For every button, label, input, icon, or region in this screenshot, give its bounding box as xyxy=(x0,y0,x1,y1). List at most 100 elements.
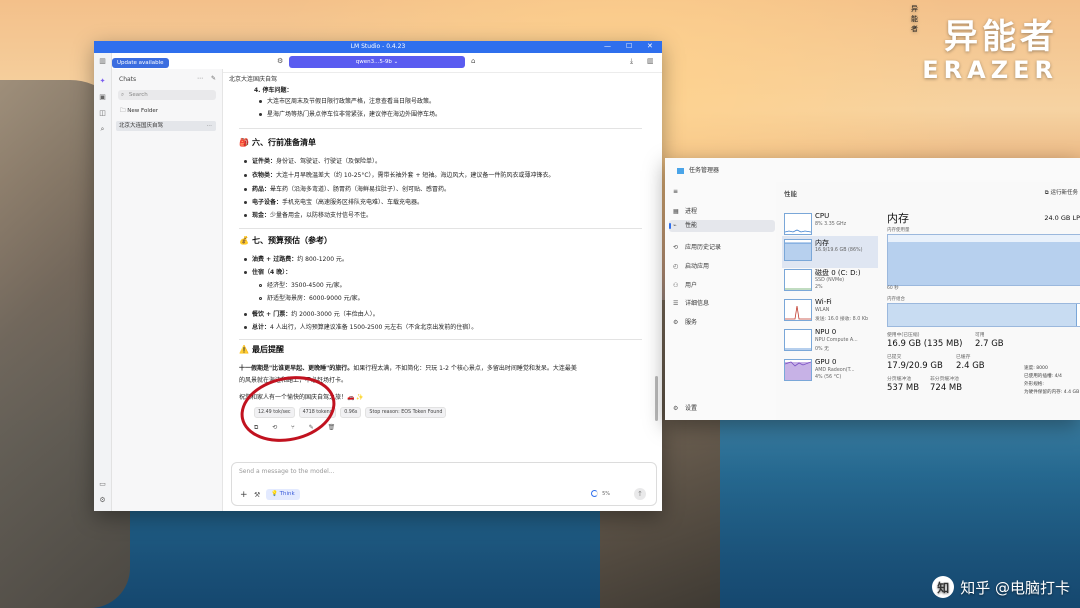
s6-key-3: 药品： xyxy=(252,186,271,193)
perf-item-gpu[interactable]: GPU 0 AMD Radeon(T... 4% (56 °C) xyxy=(782,356,878,388)
think-toggle[interactable]: 💡 Think xyxy=(266,489,300,500)
chat-item-more-icon[interactable]: ⋯ xyxy=(207,121,213,131)
perf-sub: AMD Radeon(T... xyxy=(815,368,855,373)
mem-stat-cached: 已缓存 2.4 GB xyxy=(956,355,985,371)
mem-stat-inuse: 使用中(已压缩) 16.9 GB (135 MB) xyxy=(887,333,963,349)
chat-icon[interactable]: ✦ xyxy=(98,77,107,86)
watermark-cn: 异能者 xyxy=(944,17,1058,57)
developer-icon[interactable]: ▣ xyxy=(98,93,107,102)
run-task-label: 运行新任务 xyxy=(1050,190,1078,196)
nav-users-label: 用户 xyxy=(685,282,698,289)
processes-icon: ▦ xyxy=(673,208,679,215)
folder-plus-icon: 🗀 xyxy=(120,108,126,114)
discover-icon[interactable]: ⌕ xyxy=(98,125,107,134)
nav-processes-label: 进程 xyxy=(685,208,698,215)
lightbulb-icon: 💡 xyxy=(271,491,280,497)
minimize-icon[interactable]: — xyxy=(604,42,611,50)
home-icon[interactable]: ⌂ xyxy=(471,57,475,65)
close-icon[interactable]: ✕ xyxy=(647,42,653,50)
section-7-title: 七、预算预估（参考） xyxy=(251,236,332,245)
list-item: 大连市区周末及节假日限行政策严格，注意查看当日限号政策。 xyxy=(259,96,435,108)
more-options-icon[interactable]: ⋯ xyxy=(197,75,203,82)
s7-val-1: 约 800-1200 元。 xyxy=(297,256,348,263)
mem-stat-committed: 已提交 17.9/20.9 GB xyxy=(887,355,943,371)
nav-performance-label: 性能 xyxy=(685,222,698,229)
perf-item-npu[interactable]: NPU 0 NPU Compute A... 0% 无 xyxy=(782,326,878,358)
search-icon: ⌕ xyxy=(121,92,125,98)
nav-processes[interactable]: ▦ 进程 xyxy=(673,206,697,215)
disk-sparkline xyxy=(784,269,812,291)
attach-plus-icon[interactable]: + xyxy=(240,490,248,500)
watermark-en: ERAZER xyxy=(922,56,1058,84)
nav-services[interactable]: ⚙ 服务 xyxy=(673,317,697,326)
model-selector[interactable]: qwen3...5-9b ⌄ xyxy=(289,56,465,68)
search-input[interactable]: ⌕ Search xyxy=(118,90,216,100)
tm-titlebar: 任务管理器 xyxy=(677,165,719,174)
nav-details-label: 详细信息 xyxy=(685,300,710,307)
task-manager-icon xyxy=(677,167,684,174)
perf-sub: 16.9/19.6 GB (86%) xyxy=(815,248,863,253)
list-item: 现金：少量备用金，以防移动支付信号不佳。 xyxy=(244,210,372,222)
nav-startup-label: 启动应用 xyxy=(685,263,710,270)
nav-performance[interactable]: ⌁ 性能 xyxy=(669,220,775,232)
divider xyxy=(239,339,642,340)
chat-scrollbar[interactable] xyxy=(655,376,658,421)
maximize-icon[interactable]: ☐ xyxy=(626,42,632,50)
chat-list-item[interactable]: 北京大连国庆自驾 ⋯ xyxy=(116,121,216,131)
new-folder-label: New Folder xyxy=(127,108,159,114)
run-new-task-button[interactable]: ⧉ 运行新任务 xyxy=(1045,188,1078,197)
memory-title: 内存 xyxy=(887,212,909,225)
search-placeholder: Search xyxy=(128,92,148,98)
list-item: 经济型：3500-4500 元/家。 xyxy=(259,280,346,292)
delete-icon[interactable]: 🗑 xyxy=(328,424,342,431)
memory-usage-fill xyxy=(888,242,1080,285)
tools-icon[interactable]: ⚒ xyxy=(254,491,260,499)
chat-item-name: 北京大连国庆自驾 xyxy=(119,123,164,129)
memory-side-stats: 速度: 8000 已使用的插槽: 4/4 外形规格: 为硬件保留的内存: 4.4… xyxy=(1024,365,1079,397)
download-icon[interactable]: ⤓ xyxy=(630,57,633,66)
right-panel-icon[interactable]: ▥ xyxy=(647,57,654,65)
hamburger-menu-icon[interactable]: ≡ xyxy=(673,188,678,195)
memory-usage-label: 内存使用量 xyxy=(887,228,910,233)
details-icon: ☰ xyxy=(673,300,679,307)
nav-app-history[interactable]: ⟲ 应用历史记录 xyxy=(673,242,721,251)
model-settings-icon[interactable]: ⚙ xyxy=(277,57,283,65)
p4-bullet-2: 星海广场等热门景点停车位非常紧张，建议停在海边外围停车场。 xyxy=(267,111,442,118)
task-manager-window: 任务管理器 ≡ ▦ 进程 ⌁ 性能 ⟲ 应用历史记录 ◴ 启动应用 ⚇ 用户 ☰ 详细信息 … xyxy=(665,158,1080,420)
users-icon: ⚇ xyxy=(673,282,679,289)
system-icon[interactable]: ▭ xyxy=(98,480,107,489)
perf-item-memory[interactable]: 内存 16.9/19.6 GB (86%) xyxy=(782,236,878,268)
list-item: 住宿（4 晚）： xyxy=(244,267,291,279)
final-heading: ⚠️ 最后提醒 xyxy=(239,344,284,356)
settings-gear-icon[interactable]: ⚙ xyxy=(98,496,107,505)
tm-title: 任务管理器 xyxy=(689,167,720,174)
side-stat-reserved: 为硬件保留的内存: 4.4 GB xyxy=(1024,390,1080,395)
send-button[interactable]: ↑ xyxy=(634,488,646,500)
s7-val-3: 约 2000-3000 元（丰俭由人）。 xyxy=(291,311,379,318)
chat-title: 北京大连国庆自驾 xyxy=(229,76,278,83)
message-composer[interactable]: Send a message to the model... + ⚒ 💡 Thi… xyxy=(231,462,657,506)
perf-sub: 8% 3.35 GHz xyxy=(815,222,847,227)
perf-sub: NPU Compute A... xyxy=(815,338,858,343)
nav-settings[interactable]: ⚙ 设置 xyxy=(673,403,697,412)
memory-usage-graph xyxy=(887,234,1080,286)
chevron-down-icon: ⌄ xyxy=(393,59,399,65)
composer-input[interactable]: Send a message to the model... xyxy=(239,468,335,475)
list-item: 星海广场等热门景点停车位非常紧张，建议停在海边外围停车场。 xyxy=(259,109,441,121)
perf-sub: SSD (NVMe) xyxy=(815,278,845,283)
tm-nav: ≡ ▦ 进程 ⌁ 性能 ⟲ 应用历史记录 ◴ 启动应用 ⚇ 用户 ☰ 详细信息 ⚙ 服务 ⚙ 设… xyxy=(665,178,775,420)
update-available-button[interactable]: Update available xyxy=(112,58,169,68)
perf-item-disk[interactable]: 磁盘 0 (C: D:) SSD (NVMe) 2% xyxy=(782,266,878,298)
perf-sub-2: 2% xyxy=(815,285,823,290)
models-icon[interactable]: ◫ xyxy=(98,109,107,118)
nav-users[interactable]: ⚇ 用户 xyxy=(673,280,697,289)
nav-details[interactable]: ☰ 详细信息 xyxy=(673,298,709,307)
new-chat-icon[interactable]: ✎ xyxy=(211,75,216,82)
backpack-icon: 🎒 xyxy=(239,138,249,147)
lm-window-title: LM Studio - 0.4.23 xyxy=(350,43,406,50)
sidebar-toggle-icon[interactable]: ▥ xyxy=(98,57,107,66)
nav-startup[interactable]: ◴ 启动应用 xyxy=(673,261,709,270)
perf-sub: WLAN xyxy=(815,308,830,313)
new-folder-button[interactable]: 🗀 New Folder xyxy=(120,107,158,116)
perf-item-wifi[interactable]: Wi-Fi WLAN 发送: 16.0 接收: 8.0 Kb xyxy=(782,296,878,328)
